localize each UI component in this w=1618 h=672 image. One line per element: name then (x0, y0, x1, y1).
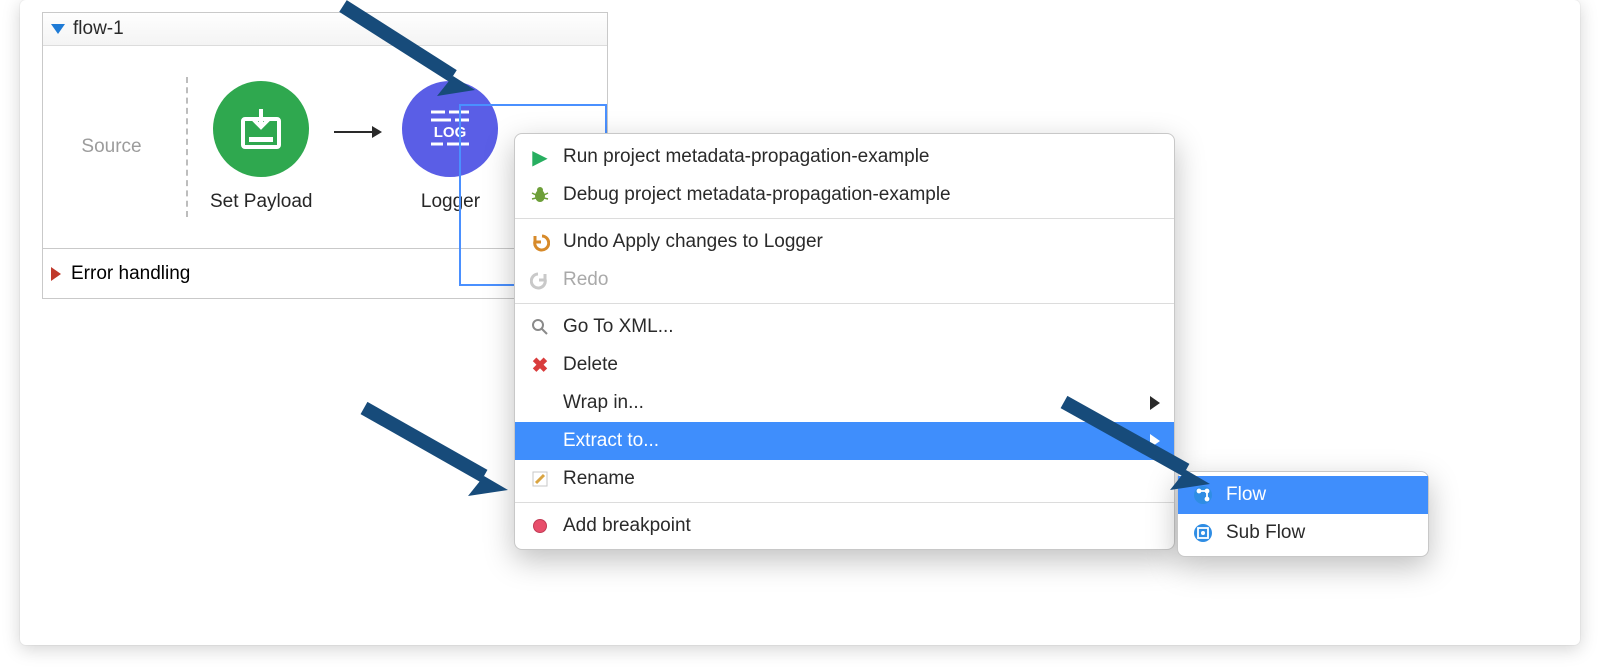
menu-goto-xml-label: Go To XML... (563, 316, 674, 338)
menu-debug-project[interactable]: Debug project metadata-propagation-examp… (515, 176, 1174, 214)
menu-separator (515, 218, 1174, 219)
expand-icon (51, 267, 61, 281)
submenu-sub-flow-label: Sub Flow (1226, 522, 1305, 544)
bug-icon (529, 184, 551, 206)
connector-icon (334, 131, 380, 133)
flow-title: flow-1 (73, 18, 124, 40)
menu-redo: Redo (515, 261, 1174, 299)
menu-undo[interactable]: Undo Apply changes to Logger (515, 223, 1174, 261)
undo-icon (529, 231, 551, 253)
menu-debug-label: Debug project metadata-propagation-examp… (563, 184, 951, 206)
delete-icon: ✖ (529, 354, 551, 376)
menu-redo-label: Redo (563, 269, 608, 291)
annotation-arrow-icon (333, 0, 493, 106)
redo-icon (529, 269, 551, 291)
menu-separator (515, 502, 1174, 503)
menu-extract-to-label: Extract to... (563, 430, 659, 452)
set-payload-icon (213, 81, 309, 177)
menu-wrap-in-label: Wrap in... (563, 392, 644, 414)
flow-header[interactable]: flow-1 (43, 13, 607, 46)
menu-delete-label: Delete (563, 354, 618, 376)
set-payload-node[interactable]: Set Payload (210, 81, 312, 213)
screenshot-card: flow-1 Source Set Payload (20, 0, 1580, 645)
error-handling-label: Error handling (71, 263, 190, 285)
submenu-sub-flow[interactable]: Sub Flow (1178, 514, 1428, 552)
breakpoint-icon (529, 515, 551, 537)
menu-delete[interactable]: ✖ Delete (515, 346, 1174, 384)
source-placeholder-label: Source (81, 136, 141, 158)
menu-separator (515, 303, 1174, 304)
menu-run-project[interactable]: ▶ Run project metadata-propagation-examp… (515, 138, 1174, 176)
menu-add-breakpoint-label: Add breakpoint (563, 515, 691, 537)
source-placeholder[interactable]: Source (59, 72, 164, 222)
divider-icon (186, 77, 188, 217)
annotation-arrow-icon (1054, 392, 1234, 502)
search-icon (529, 316, 551, 338)
sub-flow-icon (1192, 522, 1214, 544)
set-payload-label: Set Payload (210, 191, 312, 213)
run-icon: ▶ (529, 146, 551, 168)
annotation-arrow-icon (354, 398, 534, 508)
menu-undo-label: Undo Apply changes to Logger (563, 231, 823, 253)
logger-label: Logger (421, 191, 480, 213)
collapse-icon (51, 24, 65, 34)
menu-rename-label: Rename (563, 468, 635, 490)
menu-goto-xml[interactable]: Go To XML... (515, 308, 1174, 346)
svg-text:LOG: LOG (434, 124, 467, 141)
menu-run-label: Run project metadata-propagation-example (563, 146, 930, 168)
menu-add-breakpoint[interactable]: Add breakpoint (515, 507, 1174, 545)
